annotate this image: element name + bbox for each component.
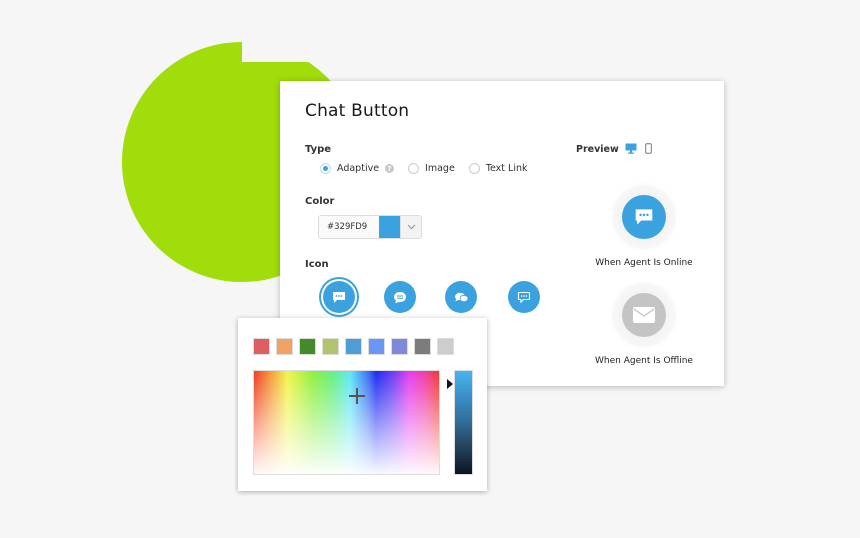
offline-caption: When Agent Is Offline	[595, 356, 693, 366]
preset-swatch[interactable]	[276, 338, 293, 355]
color-dropdown-button[interactable]	[400, 216, 421, 238]
shade-slider[interactable]	[454, 370, 473, 475]
preset-swatch[interactable]	[345, 338, 362, 355]
color-label: Color	[305, 196, 335, 207]
preset-swatches	[253, 338, 460, 355]
color-hex-value[interactable]: #329FD9	[319, 216, 379, 238]
preview-offline-button	[622, 293, 666, 337]
chat-bubbles-double-icon	[454, 292, 468, 302]
help-icon[interactable]: ?	[385, 164, 395, 173]
type-radio-group: Adaptive ? Image Text Link	[320, 163, 542, 174]
radio-label: Text Link	[485, 163, 528, 174]
radio-button[interactable]	[408, 163, 420, 174]
card-title: Chat Button	[305, 101, 410, 121]
mobile-icon[interactable]	[644, 142, 652, 154]
radio-button[interactable]	[468, 163, 480, 174]
preset-swatch[interactable]	[391, 338, 408, 355]
type-label: Type	[305, 144, 332, 155]
color-spectrum[interactable]	[253, 370, 440, 475]
crosshair-cursor[interactable]	[349, 388, 365, 404]
preset-swatch[interactable]	[368, 338, 385, 355]
preset-swatch[interactable]	[437, 338, 454, 355]
radio-image[interactable]: Image	[408, 163, 455, 174]
icon-option-chat-lines[interactable]	[384, 281, 416, 313]
chat-bubble-lines-icon	[394, 291, 406, 303]
preset-swatch[interactable]	[322, 338, 339, 355]
envelope-icon	[633, 307, 655, 323]
icon-option-chat-dots[interactable]	[323, 281, 355, 313]
chat-bubble-dots-icon	[635, 209, 653, 225]
color-picker-popup	[238, 318, 487, 491]
radio-button[interactable]	[320, 163, 331, 174]
online-caption: When Agent Is Online	[595, 258, 693, 268]
radio-text-link[interactable]: Text Link	[468, 163, 528, 174]
preview-label: Preview	[576, 144, 619, 155]
radio-label: Adaptive	[337, 163, 380, 174]
preview-online-button	[622, 195, 666, 239]
icon-option-chat-outline[interactable]	[508, 281, 540, 313]
color-swatch[interactable]	[379, 216, 400, 238]
radio-label: Image	[425, 163, 455, 174]
icon-option-chat-double[interactable]	[445, 281, 477, 313]
desktop-icon[interactable]	[625, 143, 637, 154]
decorative-notch	[242, 30, 382, 62]
chat-bubble-outline-icon	[517, 291, 531, 303]
preset-swatch[interactable]	[299, 338, 316, 355]
icon-label: Icon	[305, 259, 329, 270]
color-input[interactable]: #329FD9	[318, 215, 422, 239]
shade-slider-handle[interactable]	[447, 379, 453, 389]
radio-adaptive[interactable]: Adaptive ?	[320, 163, 395, 174]
preview-header: Preview	[576, 142, 652, 155]
chat-bubble-dots-icon	[333, 291, 345, 303]
preset-swatch[interactable]	[414, 338, 431, 355]
preset-swatch[interactable]	[253, 338, 270, 355]
chevron-down-icon	[407, 224, 415, 230]
